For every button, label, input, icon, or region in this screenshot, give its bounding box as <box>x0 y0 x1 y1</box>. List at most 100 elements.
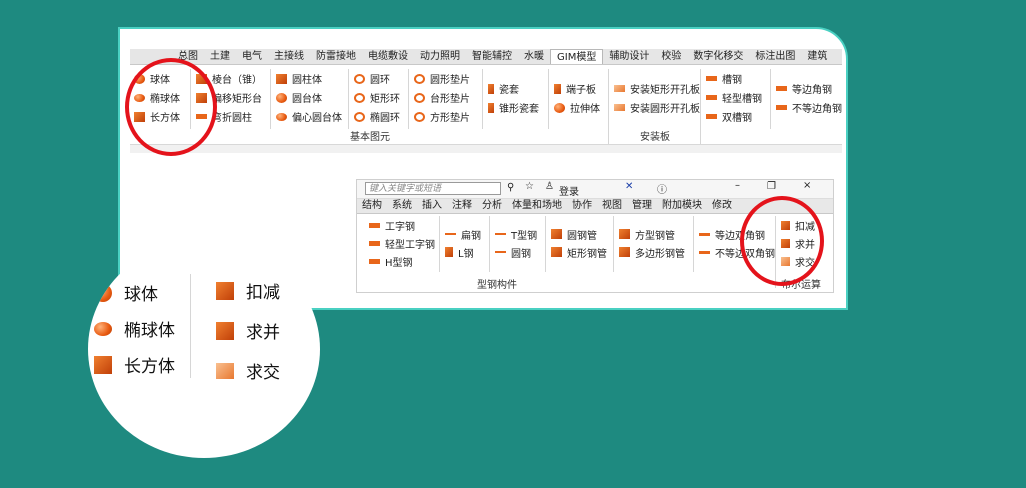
i-beam-button[interactable]: 工字钢 <box>369 216 435 234</box>
toolbar-strip <box>130 144 842 153</box>
tab-collaborate[interactable]: 协作 <box>567 199 597 213</box>
tab-shuzihuayijiao[interactable]: 数字化移交 <box>687 49 749 64</box>
tab-donglizhaoming[interactable]: 动力照明 <box>414 49 466 64</box>
tab-analyze[interactable]: 分析 <box>477 199 507 213</box>
round-hole-plate-button[interactable]: 安装圆形开孔板 <box>614 98 700 117</box>
close-icon[interactable]: × <box>803 180 811 191</box>
login-button[interactable]: 登录 <box>559 183 579 198</box>
double-channel-button[interactable]: 双槽钢 <box>706 107 762 126</box>
tab-structure[interactable]: 结构 <box>357 199 387 213</box>
polygon-pipe-button[interactable]: 多边形钢管 <box>619 243 685 261</box>
i-beam-icon <box>369 222 380 228</box>
zoom-bubble: 球体 椭球体 长方体 扣减 求并 求交 <box>88 240 320 458</box>
search-input[interactable]: 键入关键字或短语 <box>365 182 501 195</box>
ribbon2-col-b: 扁钢 L钢 <box>445 225 481 261</box>
square-pipe-icon <box>619 229 630 239</box>
cone-bushing-button[interactable]: 锥形瓷套 <box>488 98 539 117</box>
channel-steel-icon <box>706 76 717 81</box>
tab-gim-model[interactable]: GIM模型 <box>550 49 604 64</box>
tab-biaozhuchutu[interactable]: 标注出图 <box>749 49 801 64</box>
sphere-icon <box>94 283 112 302</box>
round-pipe-icon <box>551 229 562 239</box>
zoom-union: 求并 <box>216 318 280 343</box>
extrude-button[interactable]: 拉伸体 <box>554 98 600 117</box>
tab-zhinengfukong[interactable]: 智能辅控 <box>466 49 518 64</box>
tab-insert[interactable]: 插入 <box>417 199 447 213</box>
equal-double-angle-icon <box>699 232 710 236</box>
zoom-subtract: 扣减 <box>216 278 280 303</box>
ribbon-col-4: 圆环 矩形环 椭圆环 <box>354 69 400 126</box>
t-steel-button[interactable]: T型钢 <box>495 225 537 243</box>
round-hole-plate-icon <box>614 104 625 111</box>
restore-icon[interactable]: ❐ <box>767 181 776 192</box>
intersect-icon <box>216 362 234 379</box>
tab-shuinuan[interactable]: 水暖 <box>518 49 550 64</box>
star-icon[interactable]: ☆ <box>525 181 534 192</box>
divider <box>770 69 771 129</box>
terminal-board-button[interactable]: 端子板 <box>554 79 600 98</box>
tab-massing[interactable]: 体量和场地 <box>507 199 567 213</box>
light-i-beam-button[interactable]: 轻型工字钢 <box>369 234 435 252</box>
divider <box>608 69 609 149</box>
eccentric-cone-button[interactable]: 偏心圆台体 <box>276 107 342 126</box>
tab-fuzhusheji[interactable]: 辅助设计 <box>603 49 655 64</box>
tab-jianzhu[interactable]: 建筑 <box>801 49 833 64</box>
h-beam-button[interactable]: H型钢 <box>369 252 435 270</box>
help-icon[interactable]: ⓘ <box>657 181 667 196</box>
cylinder-button[interactable]: 圆柱体 <box>276 69 342 88</box>
group-label-steel: 型钢构件 <box>477 280 517 291</box>
round-washer-button[interactable]: 圆形垫片 <box>414 69 470 88</box>
tab-addins[interactable]: 附加模块 <box>657 199 707 213</box>
truncated-cone-button[interactable]: 圆台体 <box>276 88 342 107</box>
rect-hole-plate-button[interactable]: 安装矩形开孔板 <box>614 79 700 98</box>
minimize-icon[interactable]: – <box>735 180 740 191</box>
channel-steel-button[interactable]: 槽钢 <box>706 69 762 88</box>
rect-pipe-button[interactable]: 矩形钢管 <box>551 243 607 261</box>
divider <box>700 69 701 149</box>
square-washer-button[interactable]: 方形垫片 <box>414 107 470 126</box>
equal-angle-button[interactable]: 等边角钢 <box>776 79 842 98</box>
ribbon2-col-a: 工字钢 轻型工字钢 H型钢 <box>369 216 435 270</box>
tab-zhujiexian[interactable]: 主接线 <box>268 49 310 64</box>
rect-ring-button[interactable]: 矩形环 <box>354 88 400 107</box>
ribbon-col-8: 安装矩形开孔板 安装圆形开孔板 <box>614 79 700 117</box>
flat-steel-button[interactable]: 扁钢 <box>445 225 481 243</box>
round-steel-button[interactable]: 圆钢 <box>495 243 537 261</box>
double-channel-icon <box>706 114 717 119</box>
ribbon2-col-e: 方型钢管 多边形钢管 <box>619 225 685 261</box>
tab-annotate[interactable]: 注释 <box>447 199 477 213</box>
terminal-board-icon <box>554 83 561 94</box>
square-pipe-button[interactable]: 方型钢管 <box>619 225 685 243</box>
ellipse-ring-button[interactable]: 椭圆环 <box>354 107 400 126</box>
tab-fangleijiedi[interactable]: 防雷接地 <box>310 49 362 64</box>
torus-icon <box>354 73 365 84</box>
trapezoid-washer-button[interactable]: 台形垫片 <box>414 88 470 107</box>
tab-modify[interactable]: 修改 <box>707 199 737 213</box>
union-icon <box>216 321 234 340</box>
round-pipe-button[interactable]: 圆钢管 <box>551 225 607 243</box>
divider <box>348 69 349 129</box>
light-channel-icon <box>706 95 717 100</box>
square-washer-icon <box>414 111 425 122</box>
unequal-angle-button[interactable]: 不等边角钢 <box>776 98 842 117</box>
user-icon[interactable]: ♙ <box>545 181 554 192</box>
tab-dianqi[interactable]: 电气 <box>236 49 268 64</box>
tab-systems[interactable]: 系统 <box>387 199 417 213</box>
divider <box>545 216 546 272</box>
tab-dianlanfushe[interactable]: 电缆敷设 <box>362 49 414 64</box>
rect-ring-icon <box>354 92 365 103</box>
bushing-button[interactable]: 瓷套 <box>488 79 539 98</box>
light-channel-button[interactable]: 轻型槽钢 <box>706 88 762 107</box>
l-steel-button[interactable]: L钢 <box>445 243 481 261</box>
binoculars-icon[interactable]: ⚲ <box>507 182 514 193</box>
flat-steel-icon <box>445 233 456 235</box>
divider <box>548 69 549 129</box>
group-label-basic: 基本图元 <box>350 132 390 143</box>
truncated-cone-icon <box>276 92 287 103</box>
tab-tujian[interactable]: 土建 <box>204 49 236 64</box>
tab-jiaoyan[interactable]: 校验 <box>655 49 687 64</box>
tab-manage[interactable]: 管理 <box>627 199 657 213</box>
tab-view[interactable]: 视图 <box>597 199 627 213</box>
torus-button[interactable]: 圆环 <box>354 69 400 88</box>
exchange-icon[interactable]: ✕ <box>625 181 633 192</box>
